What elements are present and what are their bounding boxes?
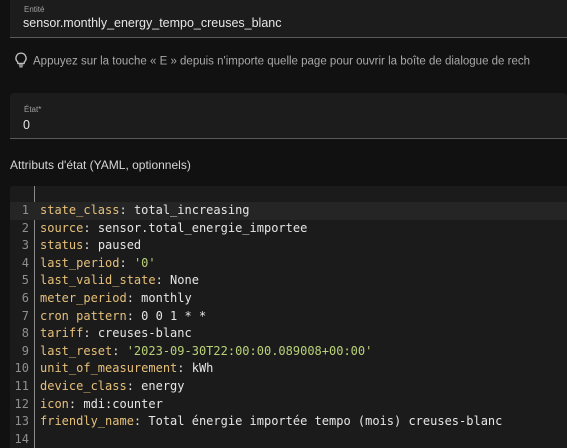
code-line[interactable]: 13 friendly_name: Total énergie importée … <box>10 413 567 431</box>
code-line[interactable]: 9 last_reset: '2023-09-30T22:00:00.089008… <box>10 343 567 361</box>
lightbulb-icon <box>14 52 30 71</box>
yaml-editor[interactable]: 1 state_class: total_increasing 2 source: s… <box>10 186 567 448</box>
code-line[interactable]: 10 unit_of_measurement: kWh <box>10 360 567 378</box>
yaml-separator: : <box>126 378 142 393</box>
yaml-value: kWh <box>191 361 214 376</box>
line-number: 7 <box>21 308 29 323</box>
yaml-separator: : <box>83 326 98 341</box>
code-line[interactable]: 11 device_class: energy <box>10 378 567 396</box>
line-number: 6 <box>21 290 29 305</box>
yaml-key: meter_period <box>40 290 127 305</box>
entity-input[interactable] <box>23 16 553 30</box>
yaml-separator: : <box>133 414 149 429</box>
yaml-value: monthly <box>141 290 192 305</box>
yaml-value: creuses-blanc <box>97 326 192 341</box>
yaml-separator: : <box>83 238 98 253</box>
line-number: 9 <box>21 343 29 358</box>
yaml-value: sensor.total_energie_importee <box>97 220 308 235</box>
yaml-separator: : <box>68 396 84 411</box>
code-area[interactable]: 1 state_class: total_increasing 2 source: s… <box>10 202 567 448</box>
yaml-value: paused <box>97 238 142 253</box>
line-number: 4 <box>21 255 29 270</box>
code-line[interactable]: 1 state_class: total_increasing <box>10 202 567 220</box>
state-input[interactable] <box>23 118 553 132</box>
yaml-key: tariff <box>40 326 84 341</box>
code-line[interactable]: 14 <box>10 431 567 448</box>
yaml-value: None <box>170 273 199 288</box>
line-number: 11 <box>14 378 29 393</box>
yaml-key: friendly_name <box>40 414 134 429</box>
code-line[interactable]: 5 last_valid_state: None <box>10 272 567 290</box>
yaml-value: 0 0 1 * * <box>141 308 207 323</box>
yaml-separator: : <box>126 290 142 305</box>
yaml-value: '0' <box>133 255 156 270</box>
yaml-separator: : <box>83 220 98 235</box>
yaml-key: icon <box>40 396 69 411</box>
yaml-key: unit_of_measurement <box>40 361 178 376</box>
yaml-value: total_increasing <box>133 203 250 217</box>
entity-field[interactable]: Entité <box>10 0 567 38</box>
yaml-value: '2023-09-30T22:00:00.089008+00:00' <box>126 343 373 358</box>
yaml-separator: : <box>126 308 142 323</box>
line-number: 8 <box>21 326 29 341</box>
code-line[interactable]: 7 cron pattern: 0 0 1 * * <box>10 308 567 326</box>
yaml-key: last_period <box>40 255 120 270</box>
line-number: 12 <box>14 396 29 411</box>
yaml-separator: : <box>155 273 171 288</box>
yaml-key: device_class <box>40 378 127 393</box>
yaml-key: last_valid_state <box>40 273 156 288</box>
code-line[interactable]: 3 status: paused <box>10 237 567 255</box>
yaml-separator: : <box>119 255 134 270</box>
line-number: 1 <box>21 203 29 217</box>
hint-text: Appuyez sur la touche « E » depuis n'imp… <box>33 55 531 68</box>
yaml-key: state_class <box>40 203 120 217</box>
line-number: 13 <box>14 414 29 429</box>
yaml-key: status <box>40 238 84 253</box>
yaml-key: cron pattern <box>40 308 127 323</box>
entity-field-label: Entité <box>24 5 45 14</box>
yaml-value: Total énergie importée tempo (mois) creu… <box>148 414 503 429</box>
code-line[interactable]: 2 source: sensor.total_energie_importee <box>10 220 567 238</box>
yaml-separator: : <box>177 361 192 376</box>
line-number: 10 <box>14 361 29 376</box>
code-line[interactable]: 4 last_period: '0' <box>10 255 567 273</box>
yaml-key: last_reset <box>40 343 113 358</box>
state-field-label: État* <box>24 105 42 114</box>
code-line[interactable]: 8 tariff: creuses-blanc <box>10 325 567 343</box>
attributes-title: Attributs d'état (YAML, optionnels) <box>10 158 191 172</box>
code-line[interactable]: 6 meter_period: monthly <box>10 290 567 308</box>
code-line[interactable]: 12 icon: mdi:counter <box>10 396 567 414</box>
line-number: 5 <box>21 273 29 288</box>
yaml-key: source <box>40 220 84 235</box>
line-number: 3 <box>21 238 29 253</box>
yaml-separator: : <box>112 343 127 358</box>
yaml-value: mdi:counter <box>83 396 163 411</box>
yaml-value: energy <box>141 378 185 393</box>
line-number: 14 <box>14 431 29 446</box>
line-number: 2 <box>21 220 29 235</box>
keyboard-hint: Appuyez sur la touche « E » depuis n'imp… <box>14 52 567 71</box>
yaml-separator: : <box>119 203 134 217</box>
state-field[interactable]: État* <box>10 93 567 139</box>
